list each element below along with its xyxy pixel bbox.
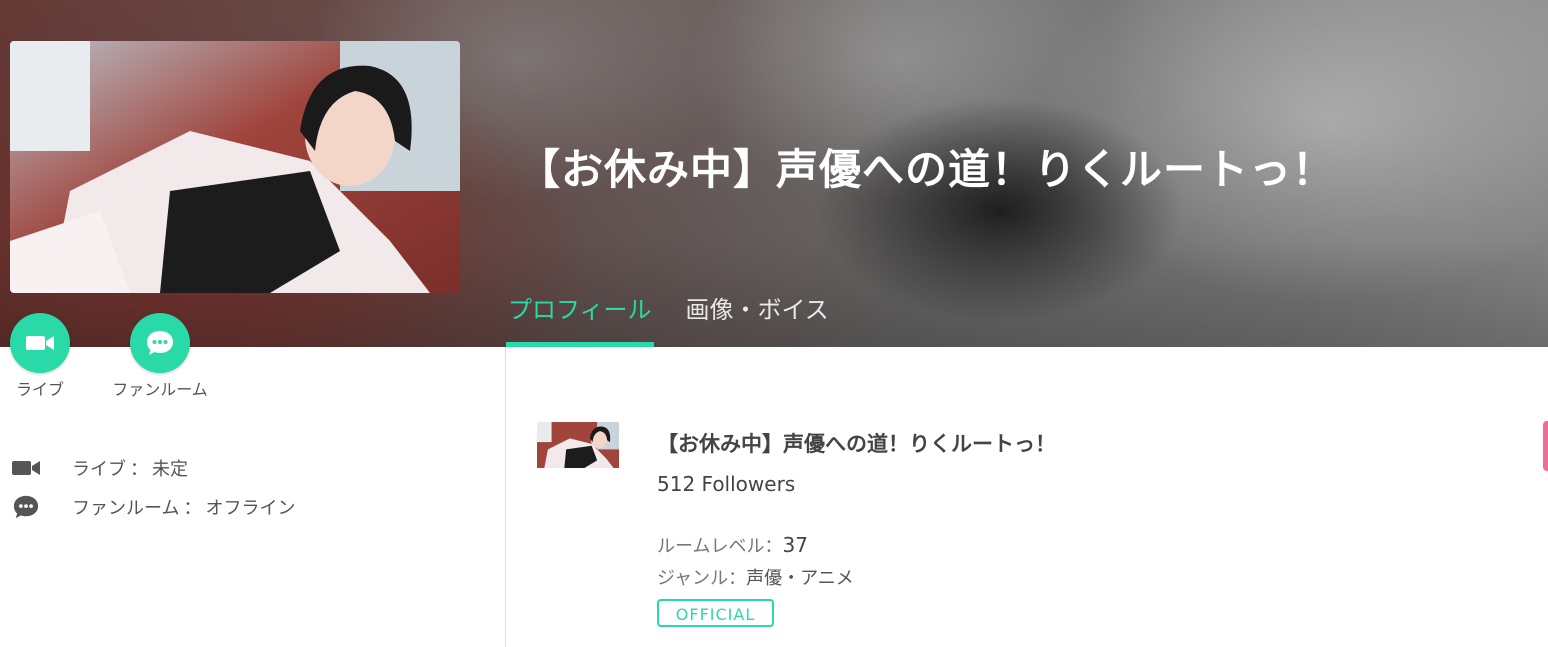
live-status-separator: ： [130, 459, 148, 480]
live-status-label: ライブ [72, 459, 126, 480]
genre-label: ジャンル [657, 568, 729, 589]
column-divider [505, 347, 506, 647]
followers-count: 512 Followers [657, 472, 796, 496]
room-level-label: ルームレベル [657, 536, 765, 557]
room-level-value: 37 [782, 533, 808, 557]
page-title: 【お休み中】声優への道！りくルートっ！ [518, 145, 1336, 194]
edge-tab[interactable] [1543, 421, 1548, 471]
tab-images-voice[interactable]: 画像・ボイス [684, 292, 831, 347]
genre-value: 声優・アニメ [746, 568, 854, 589]
fanroom-status-value: オフライン [205, 498, 296, 519]
genre-separator: ： [728, 568, 747, 589]
room-level-separator: ： [764, 536, 783, 557]
hero-banner: 【お休み中】声優への道！りくルートっ！ プロフィール 画像・ボイス [0, 0, 1548, 347]
room-level-row: ルームレベル：37 [657, 532, 808, 558]
video-camera-icon [26, 336, 54, 350]
live-status-value: 未定 [152, 459, 188, 480]
profile-image [10, 41, 460, 293]
room-title: 【お休み中】声優への道！りくルートっ！ [657, 432, 1056, 456]
official-badge: OFFICIAL [657, 599, 774, 627]
chat-bubble-icon [147, 331, 173, 355]
fanroom-button-label: ファンルーム [112, 380, 208, 399]
chat-bubble-icon [10, 495, 42, 519]
live-button[interactable] [10, 313, 70, 373]
live-status-row: ライブ ： 未定 [10, 455, 188, 481]
genre-row: ジャンル：声優・アニメ [657, 564, 854, 590]
fanroom-button[interactable] [130, 313, 190, 373]
video-camera-icon [10, 456, 42, 480]
fanroom-status-row: ファンルーム ： オフライン [10, 494, 295, 520]
tab-bar: プロフィール 画像・ボイス [506, 292, 861, 347]
fanroom-status-separator: ： [183, 498, 202, 519]
room-thumbnail[interactable] [537, 422, 619, 468]
fanroom-status-label: ファンルーム [72, 498, 180, 519]
tab-profile[interactable]: プロフィール [506, 292, 654, 347]
